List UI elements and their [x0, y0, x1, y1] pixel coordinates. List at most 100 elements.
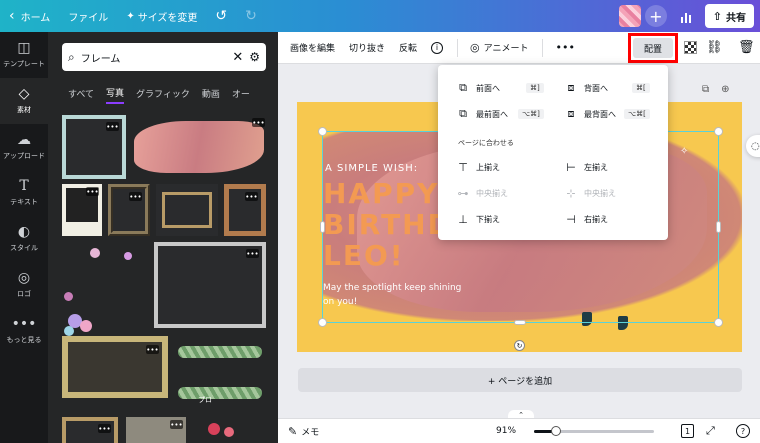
- edit-image-button[interactable]: 画像を編集: [290, 41, 335, 54]
- zoom-slider[interactable]: [534, 426, 654, 436]
- page-count[interactable]: 1: [681, 424, 694, 438]
- file-menu[interactable]: ファイル: [59, 0, 117, 32]
- resize-handle-bl[interactable]: [318, 318, 327, 327]
- add-page-icon[interactable]: ⊕: [721, 84, 729, 95]
- resize-handle-tl[interactable]: [318, 127, 327, 136]
- delete-button[interactable]: 🗑: [738, 40, 755, 55]
- resize-button[interactable]: ✦ サイズを変更: [117, 0, 206, 32]
- search-input[interactable]: フレーム: [81, 50, 227, 65]
- thumb-polaroid-frame[interactable]: •••: [62, 184, 102, 236]
- rail-label: テキスト: [10, 198, 38, 206]
- tab-graphics[interactable]: グラフィック: [136, 82, 190, 104]
- menu-item-align-left[interactable]: ⊢ 左揃え: [564, 161, 608, 174]
- resize-label: サイズを変更: [137, 12, 198, 24]
- align-section-label: ページに合わせる: [458, 139, 514, 147]
- menu-item-align-bottom[interactable]: ⊥ 下揃え: [456, 213, 500, 226]
- clear-icon[interactable]: ✕: [232, 50, 243, 65]
- rail-item-text[interactable]: T テキスト: [0, 170, 48, 216]
- rail-item-elements[interactable]: ◇ 素材: [0, 78, 48, 124]
- more-options-icon[interactable]: •••: [129, 192, 142, 201]
- menu-item-to-back[interactable]: ⧈ 最背面へ: [564, 107, 617, 121]
- menu-item-align-top[interactable]: ⊤ 上揃え: [456, 161, 500, 174]
- add-collaborator-button[interactable]: +: [644, 5, 667, 27]
- align-bottom-label: 下揃え: [476, 215, 500, 224]
- redo-button[interactable]: ↻: [236, 0, 266, 32]
- rail-item-styles[interactable]: ◐ スタイル: [0, 216, 48, 262]
- thumb-silver-frame[interactable]: •••: [154, 242, 266, 328]
- resize-handle-tr[interactable]: [714, 127, 723, 136]
- thumb-leaves-2[interactable]: プロ: [174, 377, 266, 407]
- menu-item-backward[interactable]: ⧈ 背面へ: [564, 81, 609, 95]
- insights-button[interactable]: [675, 5, 697, 27]
- flip-button[interactable]: 反転: [399, 41, 417, 54]
- rail-item-templates[interactable]: ◫ テンプレート: [0, 32, 48, 78]
- menu-item-align-right[interactable]: ⊣ 右揃え: [564, 213, 608, 226]
- thumb-gold-wide-frame[interactable]: •••: [62, 336, 168, 398]
- resize-handle-left[interactable]: [320, 221, 325, 233]
- more-options-icon[interactable]: •••: [170, 420, 183, 429]
- animate-label: アニメート: [483, 44, 529, 54]
- link-button[interactable]: ⛓: [706, 40, 723, 55]
- rail-item-uploads[interactable]: ☁ アップロード: [0, 124, 48, 170]
- thumb-gold-thin-frame[interactable]: [156, 184, 218, 236]
- add-page-button[interactable]: + ページを追加: [298, 368, 742, 392]
- more-options-icon[interactable]: •••: [245, 192, 258, 201]
- more-options-icon[interactable]: •••: [106, 122, 119, 131]
- more-options-icon[interactable]: •••: [246, 249, 259, 258]
- thumb-copper-frame[interactable]: •••: [224, 184, 266, 236]
- tab-audio[interactable]: オー: [232, 82, 250, 104]
- rail-item-more[interactable]: ••• もっと見る: [0, 308, 48, 354]
- info-button[interactable]: i: [431, 41, 444, 54]
- align-bottom-icon: ⊥: [458, 213, 468, 226]
- thumb-balloons[interactable]: [62, 242, 148, 337]
- align-left-label: 左揃え: [584, 163, 608, 172]
- menu-item-to-front[interactable]: ⧉ 最前面へ: [456, 107, 508, 121]
- text-icon: T: [19, 178, 29, 194]
- undo-button[interactable]: ↺: [206, 0, 236, 32]
- rotate-handle[interactable]: ↻: [514, 340, 525, 351]
- pro-badge: プロ: [198, 396, 212, 404]
- thumb-flowers[interactable]: [194, 417, 266, 443]
- tab-photos[interactable]: 写真: [106, 82, 125, 104]
- tab-videos[interactable]: 動画: [202, 82, 220, 104]
- avatar[interactable]: [618, 5, 641, 27]
- thumb-gold-bottom-frame[interactable]: •••: [62, 417, 118, 443]
- memo-button[interactable]: ✎ メモ: [288, 425, 319, 438]
- zoom-value[interactable]: 91%: [496, 426, 516, 436]
- more-options-icon[interactable]: •••: [146, 345, 159, 354]
- more-options-icon[interactable]: •••: [252, 118, 265, 127]
- balloon-shape: [80, 320, 92, 332]
- thumb-book[interactable]: •••: [126, 417, 186, 443]
- balloon-shape: [124, 252, 132, 260]
- thumb-leaves-1[interactable]: [174, 336, 266, 366]
- home-button[interactable]: ‹ ホーム: [0, 0, 59, 32]
- zoom-slider-knob[interactable]: [550, 426, 561, 436]
- resize-handle-right[interactable]: [716, 221, 721, 233]
- resize-handle-bottom[interactable]: [514, 320, 526, 325]
- top-bar: ‹ ホーム ファイル ✦ サイズを変更 ↺ ↻ + ⇧ 共有: [0, 0, 760, 32]
- resize-handle-br[interactable]: [714, 318, 723, 327]
- animate-button[interactable]: ◎ アニメート: [470, 41, 528, 54]
- filter-icon[interactable]: ⚙: [249, 50, 260, 64]
- duplicate-page-icon[interactable]: ⧉: [702, 84, 709, 95]
- more-options-icon[interactable]: •••: [98, 424, 111, 433]
- thumb-ornate-frame[interactable]: •••: [108, 184, 150, 236]
- to-back-label: 最背面へ: [584, 109, 616, 119]
- thumb-watercolor-stroke[interactable]: •••: [132, 115, 268, 179]
- menu-item-forward[interactable]: ⧉ 前面へ: [456, 81, 500, 95]
- layer-forward-icon: ⧉: [459, 81, 467, 94]
- more-options-icon[interactable]: •••: [86, 187, 99, 196]
- more-button[interactable]: •••: [555, 41, 574, 54]
- transparency-button[interactable]: [684, 41, 697, 54]
- share-button[interactable]: ⇧ 共有: [704, 4, 754, 28]
- fullscreen-icon[interactable]: ⤢: [706, 424, 715, 438]
- to-front-shortcut: ⌥⌘]: [518, 109, 544, 119]
- help-icon[interactable]: ?: [736, 424, 750, 438]
- elements-panel: ⌕ フレーム ✕ ⚙ すべて 写真 グラフィック 動画 オー ••• ••• •…: [48, 32, 278, 443]
- rail-item-logos[interactable]: ◎ ロゴ: [0, 262, 48, 308]
- thumb-mint-frame[interactable]: •••: [62, 115, 126, 179]
- tab-all[interactable]: すべて: [68, 82, 94, 104]
- layer-backward-icon: ⧈: [567, 81, 575, 94]
- crop-button[interactable]: 切り抜き: [349, 41, 385, 54]
- search-box[interactable]: ⌕ フレーム ✕ ⚙: [62, 43, 266, 71]
